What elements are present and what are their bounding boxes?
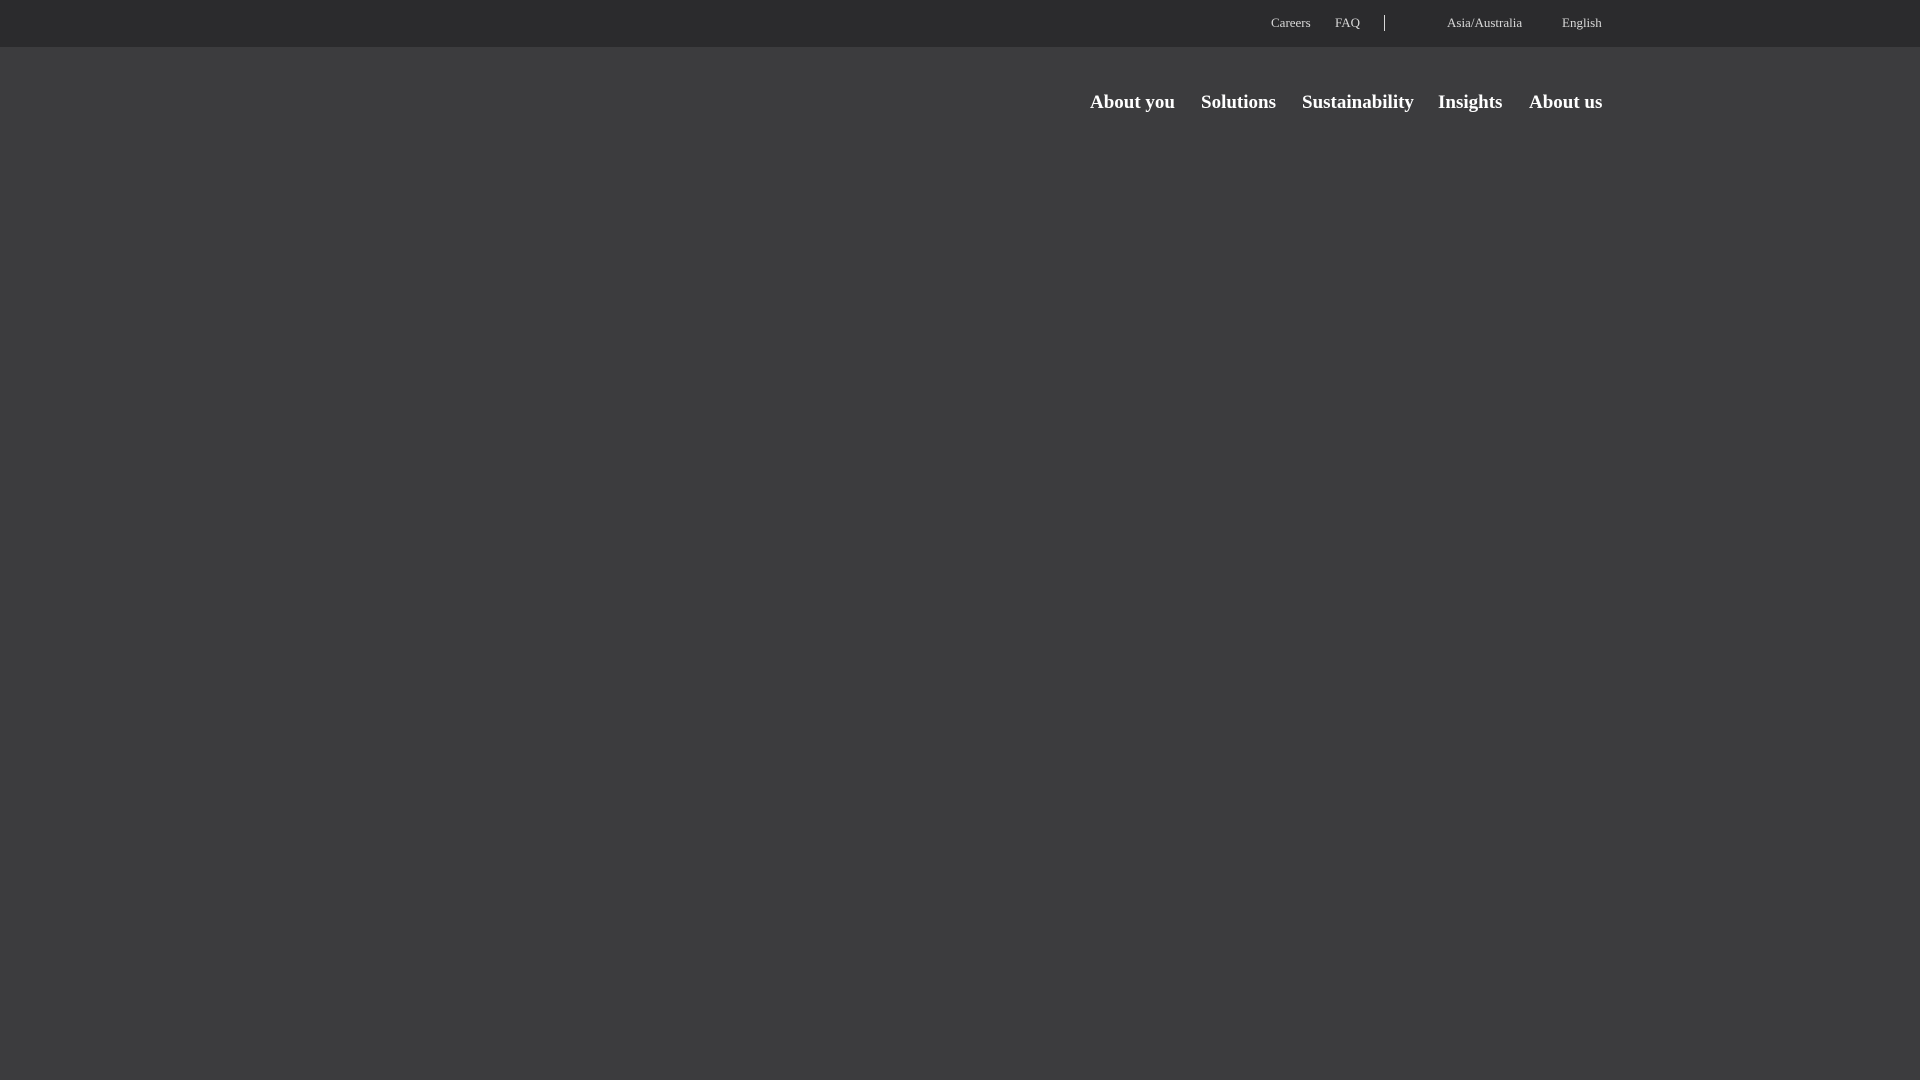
careers-link[interactable]: Careers [1271, 15, 1311, 31]
nav-item-about-us[interactable]: About us [1529, 92, 1602, 114]
utility-divider [1384, 15, 1385, 31]
nav-item-solutions[interactable]: Solutions [1201, 92, 1276, 114]
nav-item-insights[interactable]: Insights [1438, 92, 1502, 114]
faq-link[interactable]: FAQ [1335, 15, 1360, 31]
page-content-area [0, 47, 1920, 1080]
nav-item-about-you[interactable]: About you [1090, 92, 1175, 114]
utility-bar: Careers FAQ Asia/Australia English [0, 0, 1920, 47]
nav-item-sustainability[interactable]: Sustainability [1302, 92, 1414, 114]
region-selector[interactable]: Asia/Australia [1447, 15, 1522, 31]
language-selector[interactable]: English [1562, 15, 1602, 31]
